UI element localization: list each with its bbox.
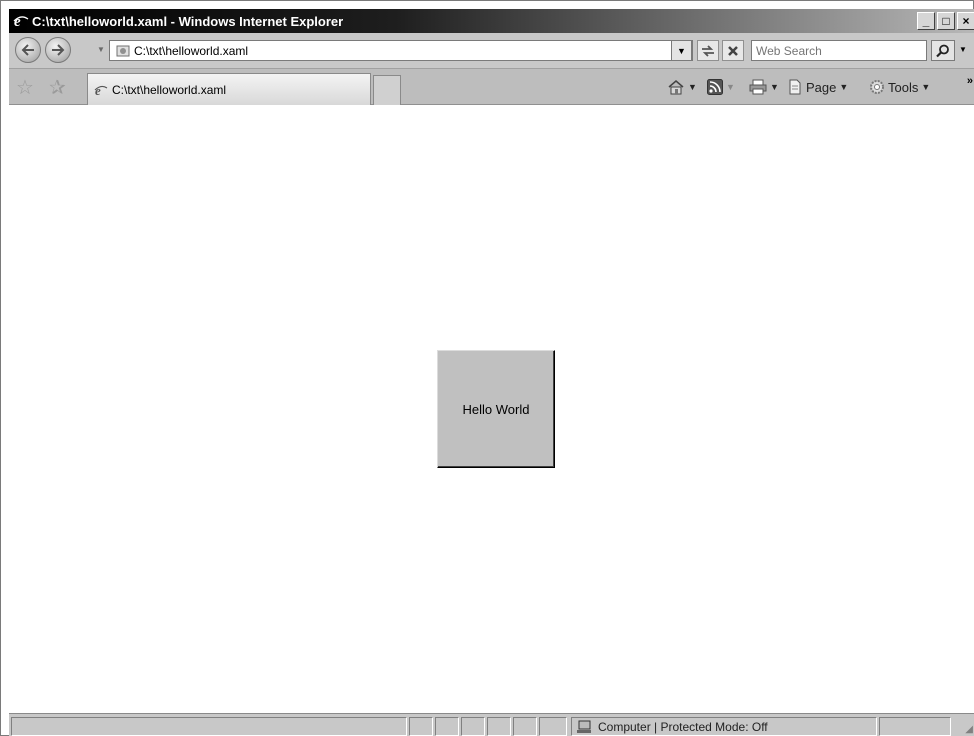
chevron-down-icon: ▼	[677, 45, 686, 56]
recent-pages-chevron-icon[interactable]: ▼	[97, 45, 105, 54]
svg-text:e: e	[14, 14, 21, 29]
status-bar: Computer | Protected Mode: Off ◢	[9, 713, 974, 736]
print-button[interactable]: ▼	[749, 79, 779, 95]
feeds-button[interactable]: ▼	[707, 79, 735, 95]
page-menu-label: Page	[806, 79, 837, 95]
computer-zone-icon	[577, 720, 591, 733]
title-bar[interactable]: e C:\txt\helloworld.xaml - Windows Inter…	[9, 9, 974, 33]
page-menu-button[interactable]: Page ▼	[787, 79, 848, 95]
chevron-down-icon: ▼	[726, 82, 735, 92]
window-title: C:\txt\helloworld.xaml - Windows Interne…	[32, 13, 344, 29]
browser-window: e C:\txt\helloworld.xaml - Windows Inter…	[0, 0, 974, 736]
new-tab-button[interactable]	[373, 75, 401, 105]
add-favorites-icon[interactable]: ✰	[49, 78, 66, 98]
stop-icon	[728, 45, 738, 56]
hello-world-button[interactable]: Hello World	[437, 350, 555, 468]
tools-gear-icon	[870, 80, 884, 94]
feeds-icon	[707, 79, 723, 95]
chevron-down-icon: ▼	[921, 82, 931, 92]
tools-menu-label: Tools	[888, 79, 919, 95]
search-button[interactable]	[931, 40, 955, 61]
tab-bar: ☆ ✰ e C:\txt\helloworld.xaml ▼ ▼ ▼ Page …	[9, 69, 974, 105]
print-icon	[749, 79, 767, 95]
search-input[interactable]	[751, 40, 927, 61]
home-button[interactable]: ▼	[667, 79, 697, 95]
minimize-button[interactable]: _	[917, 12, 935, 30]
chevron-down-icon: ▼	[770, 82, 779, 92]
back-button[interactable]	[15, 37, 41, 63]
security-zone[interactable]: Computer | Protected Mode: Off	[571, 717, 877, 736]
page-content: Hello World	[9, 105, 974, 713]
status-cell	[487, 717, 511, 736]
ie-logo-icon: e	[13, 13, 29, 29]
close-button[interactable]: ×	[957, 12, 974, 30]
maximize-button[interactable]: □	[937, 12, 955, 30]
tab-active[interactable]: e C:\txt\helloworld.xaml	[87, 73, 371, 105]
home-icon	[668, 80, 684, 95]
chevron-down-icon: ▼	[839, 82, 849, 92]
tools-menu-button[interactable]: Tools ▼	[869, 79, 930, 95]
back-icon	[21, 44, 34, 56]
address-dropdown-button[interactable]: ▼	[671, 40, 692, 61]
security-zone-label: Computer | Protected Mode: Off	[598, 719, 768, 734]
chevron-down-icon: ▼	[688, 82, 697, 92]
refresh-button[interactable]	[697, 40, 719, 61]
status-text-cell	[11, 717, 407, 736]
address-url: C:\txt\helloworld.xaml	[134, 43, 249, 58]
status-cell	[461, 717, 485, 736]
resize-grip-icon[interactable]: ◢	[965, 724, 973, 735]
navigation-bar: ▼ C:\txt\helloworld.xaml ▼ ▼	[9, 33, 974, 69]
status-cell	[435, 717, 459, 736]
zoom-cell[interactable]	[879, 717, 951, 736]
page-icon	[116, 45, 130, 56]
status-cell	[409, 717, 433, 736]
status-cell	[513, 717, 537, 736]
stop-button[interactable]	[722, 40, 744, 61]
page-menu-icon	[789, 79, 801, 95]
overflow-chevron-icon[interactable]: »	[967, 75, 973, 87]
tab-label: C:\txt\helloworld.xaml	[112, 82, 227, 97]
refresh-icon	[702, 44, 714, 57]
address-input[interactable]: C:\txt\helloworld.xaml	[109, 40, 693, 61]
favorites-star-icon[interactable]: ☆	[16, 78, 34, 98]
svg-text:e: e	[95, 83, 101, 97]
status-cell	[539, 717, 567, 736]
ie-logo-icon: e	[94, 83, 108, 97]
forward-icon	[52, 44, 65, 56]
search-icon	[936, 44, 949, 57]
forward-button[interactable]	[45, 37, 71, 63]
search-options-chevron-icon[interactable]: ▼	[959, 45, 967, 54]
